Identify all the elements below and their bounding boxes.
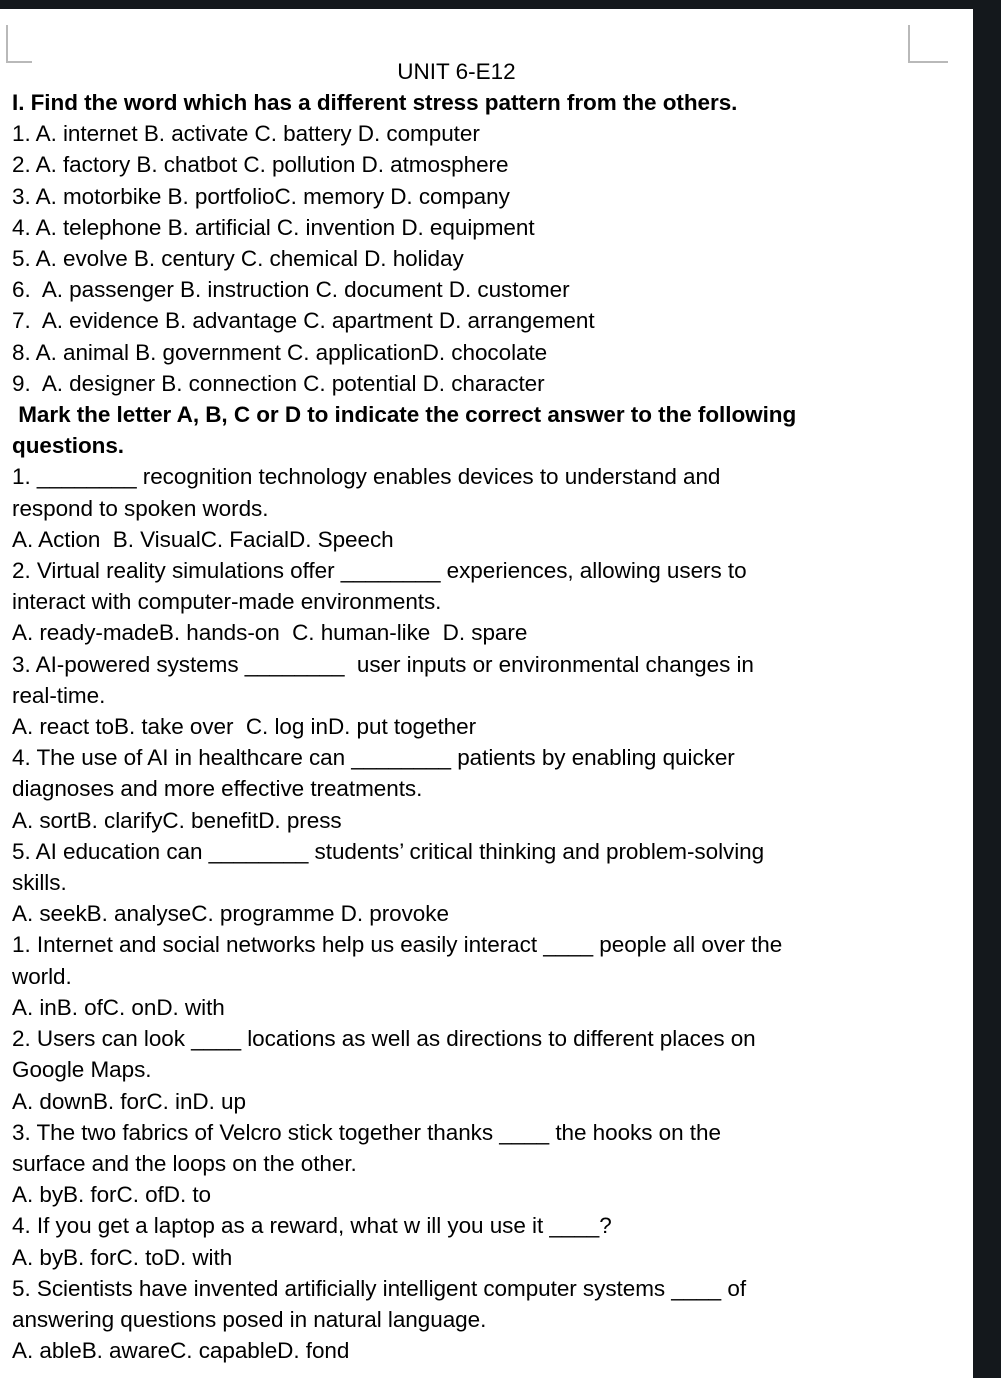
question-options: A. Action B. VisualC. FacialD. Speech	[12, 526, 394, 552]
stress-item: 9. A. designer B. connection C. potentia…	[12, 370, 545, 396]
question-options: A. react toB. take over C. log inD. put …	[12, 714, 477, 740]
question-line-continued: respond to spoken words.	[12, 495, 269, 521]
stress-item: 8. A. animal B. government C. applicatio…	[12, 339, 548, 365]
question-line: 2. Users can look ____ locations as well…	[12, 1026, 756, 1052]
question-options: A. sortB. clarifyC. benefitD. press	[12, 807, 342, 833]
question-line: 1. Internet and social networks help us …	[12, 932, 783, 958]
question-line: 1. ________ recognition technology enabl…	[12, 464, 721, 490]
question-options: A. ableB. awareC. capableD. fond	[12, 1338, 350, 1364]
question-line-continued: surface and the loops on the other.	[12, 1150, 357, 1176]
scan-edge-band-right	[973, 0, 1001, 1378]
question-line: 5. AI education can ________ students’ c…	[12, 838, 765, 864]
question-line-continued: diagnoses and more effective treatments.	[12, 776, 423, 802]
document-text-body: UNIT 6-E12 I. Find the word which has a …	[0, 56, 973, 1366]
stress-item: 5. A. evolve B. century C. chemical D. h…	[12, 246, 464, 272]
section-2-heading-continued: questions.	[12, 433, 125, 459]
question-line: 3. AI-powered systems ________ user inpu…	[12, 651, 754, 677]
stress-item: 6. A. passenger B. instruction C. docume…	[12, 277, 570, 303]
stress-item: 4. A. telephone B. artificial C. inventi…	[12, 214, 535, 240]
page-title: UNIT 6-E12	[397, 59, 516, 84]
section-2-heading: Mark the letter A, B, C or D to indicate…	[12, 402, 797, 428]
crop-mark-top-left-icon	[6, 25, 32, 63]
stress-item: 7. A. evidence B. advantage C. apartment…	[12, 308, 595, 334]
question-options: A. byB. forC. toD. with	[12, 1244, 233, 1270]
question-line-continued: world.	[12, 963, 72, 989]
question-line: 5. Scientists have invented artificially…	[12, 1275, 747, 1301]
question-line: 2. Virtual reality simulations offer ___…	[12, 558, 747, 584]
stress-item: 3. A. motorbike B. portfolioC. memory D.…	[12, 183, 510, 209]
question-options: A. byB. forC. ofD. to	[12, 1182, 212, 1208]
question-options: A. seekB. analyseC. programme D. provoke	[12, 901, 449, 927]
question-line: 3. The two fabrics of Velcro stick toget…	[12, 1119, 721, 1145]
question-options: A. downB. forC. inD. up	[12, 1088, 246, 1114]
question-options: A. ready-madeB. hands-on C. human-like D…	[12, 620, 528, 646]
document-page: UNIT 6-E12 I. Find the word which has a …	[0, 9, 973, 1378]
question-line-continued: Google Maps.	[12, 1057, 152, 1083]
question-line: 4. If you get a laptop as a reward, what…	[12, 1213, 612, 1239]
question-options: A. inB. ofC. onD. with	[12, 994, 225, 1020]
question-line-continued: skills.	[12, 870, 67, 896]
question-line-continued: real-time.	[12, 682, 106, 708]
question-line-continued: interact with computer-made environments…	[12, 589, 442, 615]
question-line: 4. The use of AI in healthcare can _____…	[12, 745, 735, 771]
stress-item: 2. A. factory B. chatbot C. pollution D.…	[12, 152, 509, 178]
crop-mark-top-right-icon	[908, 25, 948, 63]
section-1-heading: I. Find the word which has a different s…	[12, 90, 738, 115]
stress-item: 1. A. internet B. activate C. battery D.…	[12, 121, 480, 147]
question-line-continued: answering questions posed in natural lan…	[12, 1306, 487, 1332]
scan-edge-band-top	[0, 0, 1001, 9]
